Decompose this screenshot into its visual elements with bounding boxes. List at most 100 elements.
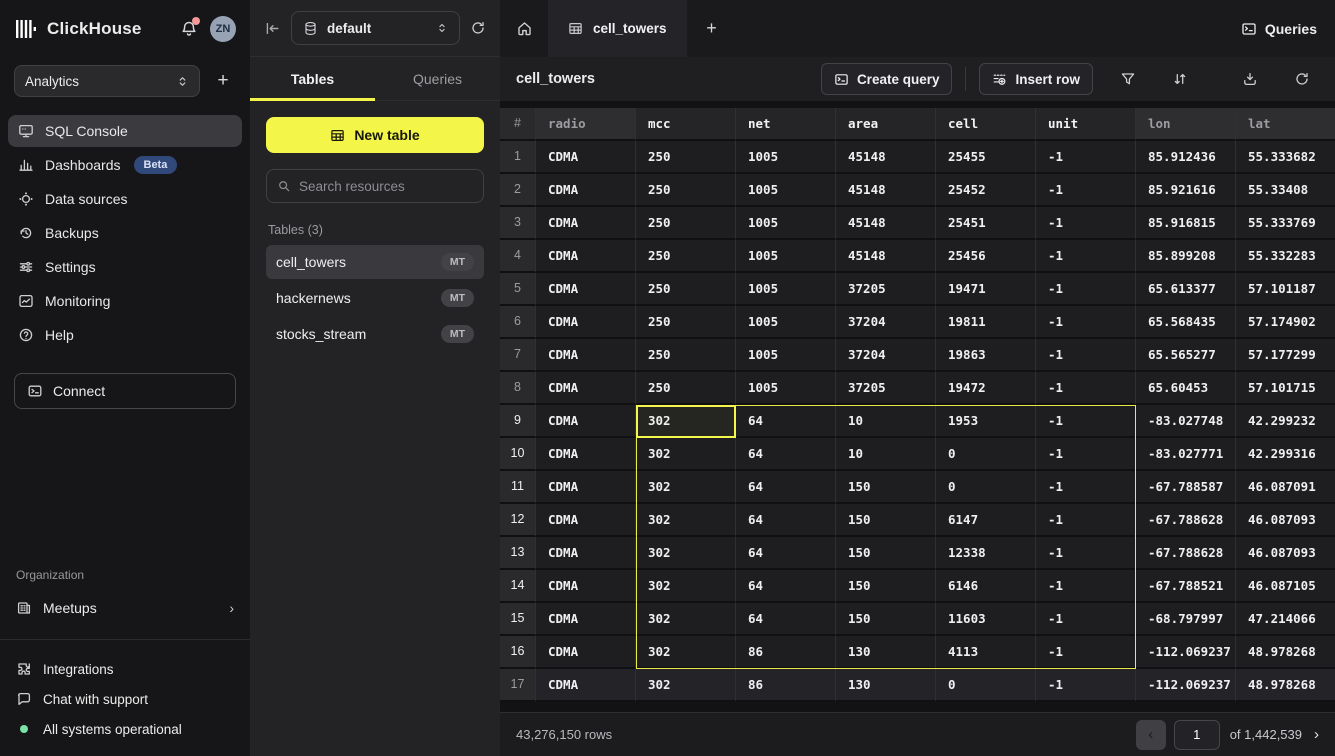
table-cell-cell[interactable]: 0	[936, 669, 1036, 702]
table-cell-unit[interactable]: -1	[1036, 174, 1136, 207]
org-item-meetups[interactable]: Meetups›	[0, 591, 250, 625]
row-number[interactable]: 4	[500, 240, 536, 273]
sidebar-item-monitoring[interactable]: Monitoring	[8, 285, 242, 317]
table-cell-radio[interactable]: CDMA	[536, 306, 636, 339]
table-cell-lon[interactable]: -67.788587	[1136, 471, 1236, 504]
sort-icon[interactable]	[1163, 63, 1197, 95]
table-cell-mcc[interactable]: 302	[636, 669, 736, 702]
table-cell-cell[interactable]: 0	[936, 471, 1036, 504]
table-cell-mcc[interactable]: 250	[636, 306, 736, 339]
table-cell-mcc[interactable]: 302	[636, 570, 736, 603]
column-header-mcc[interactable]: mcc	[636, 108, 736, 141]
table-cell-unit[interactable]: -1	[1036, 141, 1136, 174]
table-cell-radio[interactable]: CDMA	[536, 207, 636, 240]
row-number[interactable]: 2	[500, 174, 536, 207]
table-cell-area[interactable]: 45148	[836, 141, 936, 174]
table-cell-unit[interactable]: -1	[1036, 306, 1136, 339]
column-header-area[interactable]: area	[836, 108, 936, 141]
table-cell-lon[interactable]: 65.60453	[1136, 372, 1236, 405]
table-cell-area[interactable]: 10	[836, 405, 936, 438]
table-cell-unit[interactable]: -1	[1036, 504, 1136, 537]
table-cell-area[interactable]: 150	[836, 570, 936, 603]
table-cell-area[interactable]: 150	[836, 471, 936, 504]
table-cell-unit[interactable]: -1	[1036, 339, 1136, 372]
table-cell-lat[interactable]: 55.333769	[1236, 207, 1335, 240]
table-cell-mcc[interactable]: 250	[636, 372, 736, 405]
table-list-item-hackernews[interactable]: hackernewsMT	[266, 281, 484, 315]
page-number-input[interactable]	[1174, 720, 1220, 750]
queries-button[interactable]: Queries	[1241, 21, 1317, 37]
add-workspace-button[interactable]: +	[210, 68, 236, 94]
filter-icon[interactable]	[1111, 63, 1145, 95]
footer-item-chat-with-support[interactable]: Chat with support	[0, 684, 250, 714]
table-cell-lon[interactable]: -67.788521	[1136, 570, 1236, 603]
table-cell-lon[interactable]: 85.916815	[1136, 207, 1236, 240]
sidebar-item-sql-console[interactable]: SQL Console	[8, 115, 242, 147]
table-cell-area[interactable]: 150	[836, 537, 936, 570]
row-number[interactable]: 5	[500, 273, 536, 306]
table-cell-lon[interactable]: -83.027748	[1136, 405, 1236, 438]
column-header-radio[interactable]: radio	[536, 108, 636, 141]
table-cell-lon[interactable]: 65.613377	[1136, 273, 1236, 306]
table-cell-cell[interactable]: 25452	[936, 174, 1036, 207]
table-cell-cell[interactable]: 19863	[936, 339, 1036, 372]
column-header-lat[interactable]: lat	[1236, 108, 1335, 141]
row-number[interactable]: 13	[500, 537, 536, 570]
table-cell-net[interactable]: 64	[736, 603, 836, 636]
table-list-item-stocks_stream[interactable]: stocks_streamMT	[266, 317, 484, 351]
table-cell-lon[interactable]: 65.565277	[1136, 339, 1236, 372]
row-number[interactable]: 17	[500, 669, 536, 702]
table-cell-net[interactable]: 1005	[736, 240, 836, 273]
table-cell-lon[interactable]: 85.912436	[1136, 141, 1236, 174]
table-cell-lat[interactable]: 55.33408	[1236, 174, 1335, 207]
panel-tab-tables[interactable]: Tables	[250, 57, 375, 100]
table-cell-net[interactable]: 64	[736, 471, 836, 504]
table-cell-cell[interactable]: 19472	[936, 372, 1036, 405]
sidebar-item-backups[interactable]: Backups	[8, 217, 242, 249]
table-cell-cell[interactable]: 19811	[936, 306, 1036, 339]
table-cell-radio[interactable]: CDMA	[536, 471, 636, 504]
tab-cell-towers[interactable]: cell_towers	[548, 0, 687, 57]
table-cell-radio[interactable]: CDMA	[536, 174, 636, 207]
table-cell-lat[interactable]: 48.978268	[1236, 669, 1335, 702]
table-cell-lon[interactable]: -112.069237	[1136, 669, 1236, 702]
table-cell-net[interactable]: 1005	[736, 306, 836, 339]
table-cell-lat[interactable]: 57.101187	[1236, 273, 1335, 306]
table-cell-mcc[interactable]: 302	[636, 471, 736, 504]
table-cell-unit[interactable]: -1	[1036, 603, 1136, 636]
table-cell-lat[interactable]: 47.214066	[1236, 603, 1335, 636]
table-cell-cell[interactable]: 12338	[936, 537, 1036, 570]
refresh-table-icon[interactable]	[1285, 63, 1319, 95]
notifications-bell-icon[interactable]	[176, 16, 202, 42]
table-cell-lat[interactable]: 42.299316	[1236, 438, 1335, 471]
connect-button[interactable]: Connect	[14, 373, 236, 409]
table-cell-mcc[interactable]: 302	[636, 636, 736, 669]
table-cell-lat[interactable]: 46.087091	[1236, 471, 1335, 504]
footer-item-integrations[interactable]: Integrations	[0, 654, 250, 684]
table-cell-area[interactable]: 130	[836, 636, 936, 669]
table-cell-radio[interactable]: CDMA	[536, 372, 636, 405]
table-cell-radio[interactable]: CDMA	[536, 570, 636, 603]
table-cell-lon[interactable]: -112.069237	[1136, 636, 1236, 669]
next-page-button[interactable]: ›	[1314, 726, 1319, 743]
row-number[interactable]: 14	[500, 570, 536, 603]
table-cell-net[interactable]: 64	[736, 537, 836, 570]
table-cell-area[interactable]: 37204	[836, 339, 936, 372]
table-cell-net[interactable]: 1005	[736, 207, 836, 240]
footer-item-all-systems-operational[interactable]: All systems operational	[0, 714, 250, 744]
table-cell-area[interactable]: 37205	[836, 273, 936, 306]
table-cell-area[interactable]: 10	[836, 438, 936, 471]
sidebar-item-data-sources[interactable]: Data sources	[8, 183, 242, 215]
table-cell-unit[interactable]: -1	[1036, 570, 1136, 603]
table-cell-radio[interactable]: CDMA	[536, 141, 636, 174]
table-cell-lat[interactable]: 57.177299	[1236, 339, 1335, 372]
table-cell-area[interactable]: 45148	[836, 174, 936, 207]
table-cell-mcc[interactable]: 302	[636, 504, 736, 537]
table-cell-mcc[interactable]: 302	[636, 537, 736, 570]
table-cell-mcc[interactable]: 250	[636, 339, 736, 372]
row-number[interactable]: 3	[500, 207, 536, 240]
table-cell-net[interactable]: 86	[736, 669, 836, 702]
sidebar-item-help[interactable]: Help	[8, 319, 242, 351]
table-cell-area[interactable]: 150	[836, 603, 936, 636]
table-cell-cell[interactable]: 19471	[936, 273, 1036, 306]
